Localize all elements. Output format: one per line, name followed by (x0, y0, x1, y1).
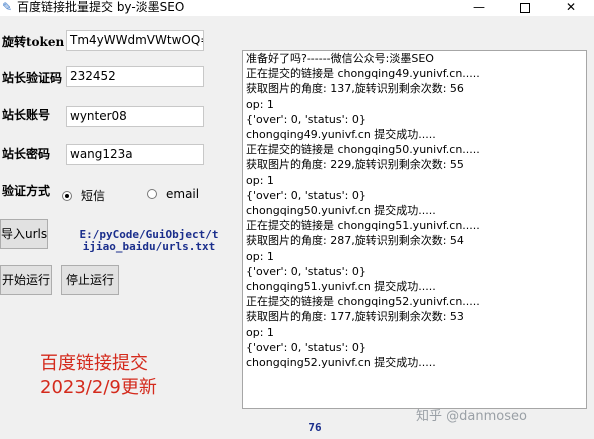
log-output[interactable]: 准备好了吗?------微信公众号:淡墨SEO 正在提交的链接是 chongqin… (242, 50, 587, 409)
log-line: chongqing49.yunivf.cn 提交成功..... (246, 128, 436, 142)
radio-unselected-icon (147, 188, 157, 199)
radio-email[interactable]: email (147, 187, 199, 201)
log-line: op: 1 (246, 97, 274, 111)
radio-sms-label: 短信 (81, 189, 106, 203)
close-button[interactable]: ✕ (548, 0, 594, 16)
radio-selected-icon (62, 190, 72, 201)
feather-icon: ✎ (2, 0, 13, 14)
token-input[interactable]: Tm4yWWdmVWtwOQ== (66, 30, 204, 51)
log-line: {'over': 0, 'status': 0} (246, 340, 366, 354)
log-line: chongqing52.yunivf.cn 提交成功..... (246, 356, 436, 370)
account-label: 站长账号 (2, 108, 51, 122)
verify-code-label: 站长验证码 (2, 71, 63, 85)
account-input[interactable]: wynter08 (66, 106, 204, 127)
log-line: 正在提交的链接是 chongqing52.yunivf.cn..... (246, 295, 480, 309)
log-line: 正在提交的链接是 chongqing51.yunivf.cn..... (246, 219, 480, 233)
stop-button[interactable]: 停止运行 (61, 265, 119, 295)
title-bar: ✎ 百度链接批量提交 by-淡墨SEO — ✕ (0, 0, 594, 16)
password-label: 站长密码 (2, 147, 51, 161)
log-line: 获取图片的角度: 287,旋转识别剩余次数: 54 (246, 234, 464, 248)
promo-date: 2023/2/9更新 (40, 377, 157, 398)
log-line: 获取图片的角度: 137,旋转识别剩余次数: 56 (246, 82, 464, 96)
start-button[interactable]: 开始运行 (0, 265, 52, 295)
password-input[interactable]: wang123a (66, 144, 204, 165)
maximize-button[interactable] (502, 0, 548, 16)
log-line: op: 1 (246, 173, 274, 187)
radio-sms[interactable]: 短信 (62, 187, 105, 204)
log-line: chongqing51.yunivf.cn 提交成功..... (246, 280, 436, 294)
method-label: 验证方式 (2, 184, 51, 198)
log-line: {'over': 0, 'status': 0} (246, 112, 366, 126)
credit-watermark: 知乎 @danmoseo (416, 409, 527, 424)
radio-email-label: email (166, 187, 200, 201)
counter: 76 (308, 421, 322, 434)
promo-title: 百度链接提交 (40, 353, 148, 374)
log-line: 获取图片的角度: 229,旋转识别剩余次数: 55 (246, 158, 464, 172)
log-line: 正在提交的链接是 chongqing50.yunivf.cn..... (246, 143, 480, 157)
log-line: 获取图片的角度: 177,旋转识别剩余次数: 53 (246, 310, 464, 324)
minimize-button[interactable]: — (456, 0, 502, 16)
log-line: 准备好了吗?------微信公众号:淡墨SEO (246, 52, 434, 65)
log-line: op: 1 (246, 249, 274, 263)
log-line: op: 1 (246, 325, 274, 339)
log-line: 正在提交的链接是 chongqing49.yunivf.cn..... (246, 67, 480, 81)
import-path: E:/pyCode/GuiObject/tijiao_baidu/urls.tx… (79, 228, 219, 253)
log-line: {'over': 0, 'status': 0} (246, 264, 366, 278)
import-urls-button[interactable]: 导入urls (0, 219, 48, 249)
window-title: 百度链接批量提交 by-淡墨SEO (17, 0, 185, 14)
log-line: {'over': 0, 'status': 0} (246, 188, 366, 202)
log-line: chongqing50.yunivf.cn 提交成功..... (246, 204, 436, 218)
verify-code-input[interactable]: 232452 (66, 66, 204, 87)
token-label: 旋转token (2, 35, 65, 49)
maximize-icon (520, 3, 530, 13)
